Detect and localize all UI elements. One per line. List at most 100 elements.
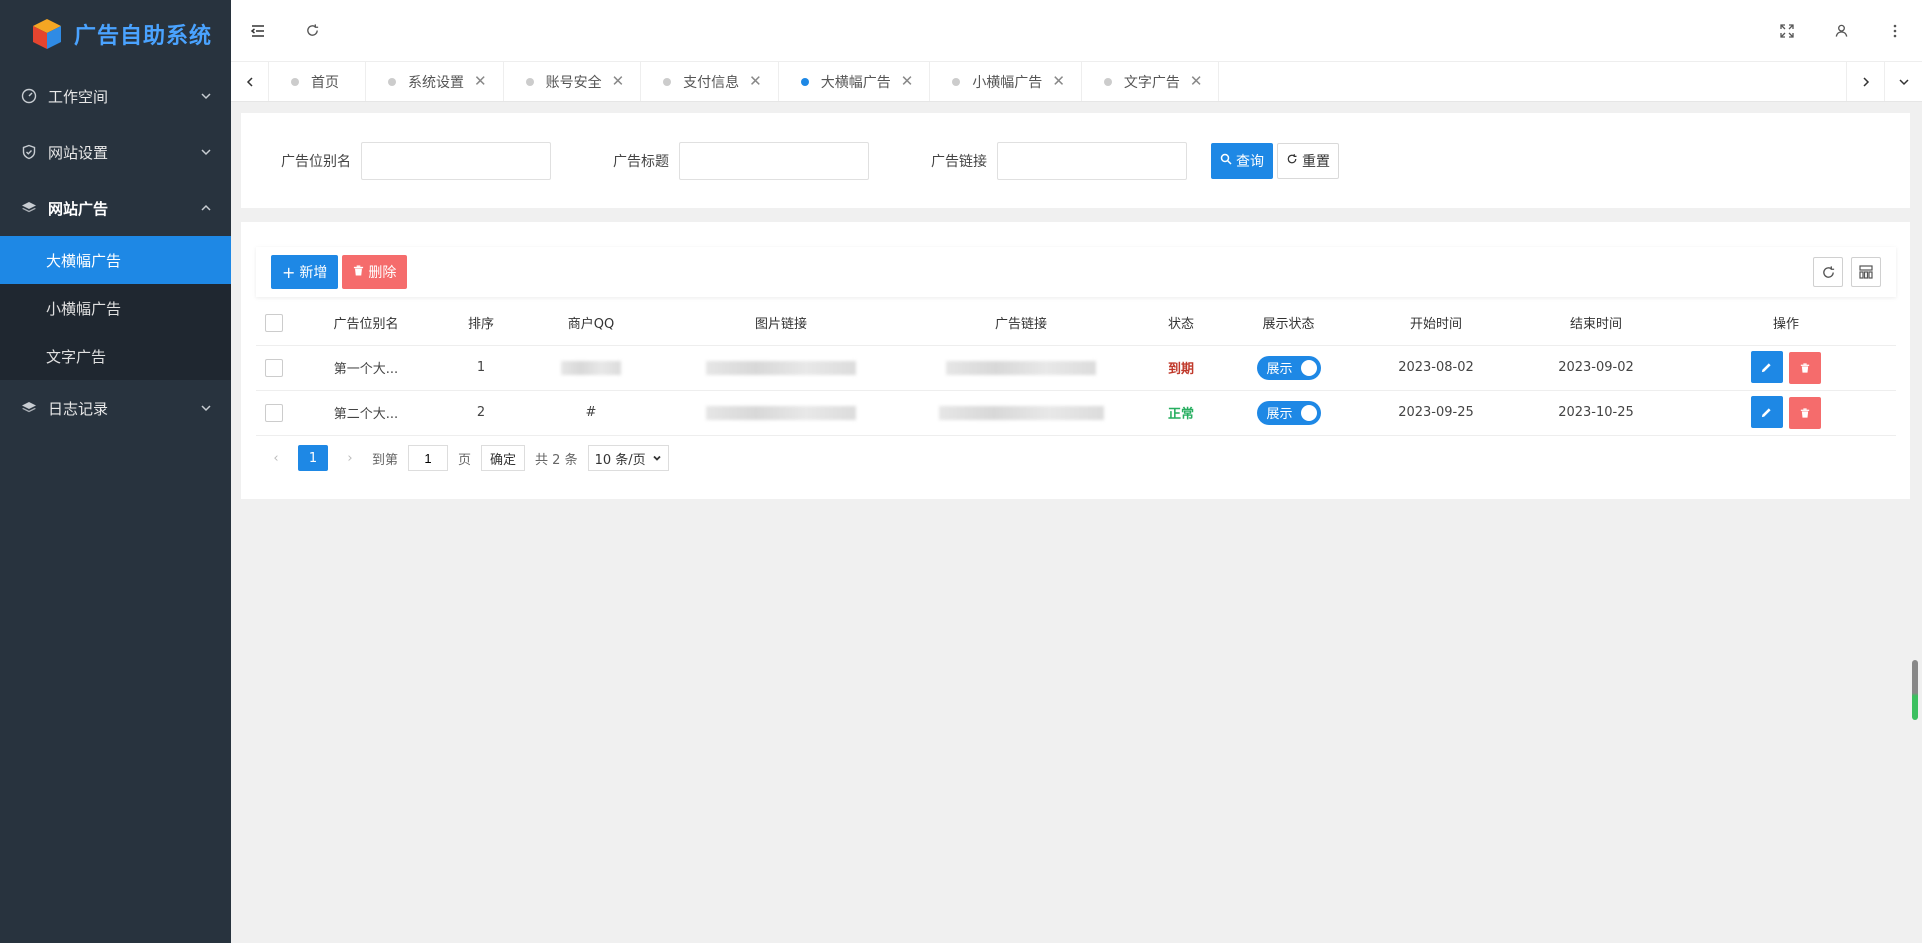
tab-label: 大横幅广告 xyxy=(820,74,891,91)
app-title: 广告自助系统 xyxy=(74,24,213,49)
toggle-knob xyxy=(1300,404,1317,421)
sort-cell: 1 xyxy=(441,345,521,391)
sidebar-group-label: 网站设置 xyxy=(48,143,109,162)
tab-account-security[interactable]: 账号安全 ✕ xyxy=(504,62,642,101)
chevron-down-icon xyxy=(653,455,661,461)
tab-payment-info[interactable]: 支付信息 ✕ xyxy=(641,62,779,101)
column-header[interactable]: 图片链接 xyxy=(661,301,901,346)
refresh-icon[interactable] xyxy=(1813,257,1843,287)
reset-button[interactable]: 重置 xyxy=(1277,142,1339,179)
display-toggle[interactable]: 展示 xyxy=(1256,400,1321,425)
alias-input[interactable] xyxy=(361,141,551,180)
redacted-image-link xyxy=(706,405,856,420)
page-number-current[interactable]: 1 xyxy=(298,445,328,471)
columns-icon[interactable] xyxy=(1851,257,1881,287)
sidebar-group-label: 工作空间 xyxy=(48,87,109,106)
image-link-cell xyxy=(661,345,901,391)
tab-dot xyxy=(525,77,534,86)
tab-small-banner[interactable]: 小横幅广告 ✕ xyxy=(930,62,1082,101)
prev-page-icon[interactable]: ‹ xyxy=(266,451,286,466)
table-row[interactable]: 第二个大... 2 # 正常 展示 2023-09-25 2023-10-25 xyxy=(256,390,1896,436)
column-header[interactable]: 结束时间 xyxy=(1516,301,1676,346)
delete-row-button[interactable] xyxy=(1789,351,1822,384)
column-header[interactable]: 展示状态 xyxy=(1221,301,1356,346)
sidebar-group-logs[interactable]: 日志记录 xyxy=(0,380,231,436)
actions-cell xyxy=(1676,390,1896,436)
submenu-site-ads: 大横幅广告 小横幅广告 文字广告 xyxy=(0,236,231,380)
more-vertical-icon[interactable] xyxy=(1868,0,1922,62)
search-label-link: 广告链接 xyxy=(931,153,987,170)
column-header[interactable]: 广告位别名 xyxy=(291,301,441,346)
edit-button[interactable] xyxy=(1750,396,1783,429)
sidebar-group-site-settings[interactable]: 网站设置 xyxy=(0,124,231,180)
column-header[interactable]: 开始时间 xyxy=(1356,301,1516,346)
close-icon[interactable]: ✕ xyxy=(1190,74,1203,89)
chevron-left-icon[interactable] xyxy=(231,62,269,101)
chevron-right-icon[interactable] xyxy=(1846,62,1884,101)
row-checkbox[interactable] xyxy=(264,403,283,422)
table-row[interactable]: 第一个大... 1 到期 展示 2023-08-02 2023-09-02 xyxy=(256,345,1896,391)
page-size-select[interactable]: 10 条/页 xyxy=(587,445,669,471)
start-cell: 2023-08-02 xyxy=(1356,345,1516,391)
next-page-icon[interactable]: › xyxy=(340,451,360,466)
pencil-icon xyxy=(1762,408,1772,417)
tab-home[interactable]: 首页 xyxy=(269,62,366,101)
delete-label: 删除 xyxy=(368,265,397,281)
delete-button[interactable]: 删除 xyxy=(342,255,408,289)
chevron-down-icon xyxy=(201,405,211,412)
search-icon xyxy=(1220,153,1232,169)
close-icon[interactable]: ✕ xyxy=(749,74,762,89)
sidebar-group-site-ads[interactable]: 网站广告 xyxy=(0,180,231,236)
alias-cell: 第一个大... xyxy=(291,345,441,391)
add-button[interactable]: + 新增 xyxy=(271,255,339,289)
tab-dot xyxy=(1103,77,1112,86)
display-toggle[interactable]: 展示 xyxy=(1256,355,1321,380)
toggle-knob xyxy=(1300,359,1317,376)
delete-row-button[interactable] xyxy=(1789,396,1822,429)
chevron-down-icon xyxy=(201,149,211,156)
tab-label: 首页 xyxy=(311,74,339,91)
sidebar-item-text-ad[interactable]: 文字广告 xyxy=(0,332,231,380)
status-badge: 到期 xyxy=(1167,362,1194,377)
scrollbar[interactable] xyxy=(1912,660,1918,720)
close-icon[interactable]: ✕ xyxy=(612,74,625,89)
title-input[interactable] xyxy=(679,141,869,180)
sidebar-item-large-banner[interactable]: 大横幅广告 xyxy=(0,236,231,284)
query-button[interactable]: 查询 xyxy=(1211,142,1273,179)
goto-page-input[interactable] xyxy=(408,445,449,471)
layers-icon xyxy=(20,199,38,217)
qq-cell xyxy=(521,345,661,391)
column-header[interactable]: 状态 xyxy=(1141,301,1221,346)
goto-confirm-button[interactable]: 确定 xyxy=(481,445,526,471)
fullscreen-icon[interactable] xyxy=(1760,0,1814,62)
chevron-down-icon[interactable] xyxy=(1884,62,1922,101)
user-icon[interactable] xyxy=(1814,0,1868,62)
tab-large-banner[interactable]: 大横幅广告 ✕ xyxy=(779,62,931,101)
close-icon[interactable]: ✕ xyxy=(901,74,914,89)
column-header[interactable]: 广告链接 xyxy=(901,301,1141,346)
logo[interactable]: 广告自助系统 xyxy=(0,0,231,68)
toggle-label: 展示 xyxy=(1266,407,1293,422)
row-checkbox[interactable] xyxy=(264,358,283,377)
tab-text-ad[interactable]: 文字广告 ✕ xyxy=(1082,62,1220,101)
sidebar-item-small-banner[interactable]: 小横幅广告 xyxy=(0,284,231,332)
tab-label: 系统设置 xyxy=(408,74,464,91)
redacted-ad-link xyxy=(938,405,1104,420)
total-count: 共 2 条 xyxy=(535,452,578,468)
tab-system-settings[interactable]: 系统设置 ✕ xyxy=(366,62,504,101)
column-header[interactable]: 商户QQ xyxy=(521,301,661,346)
refresh-icon[interactable] xyxy=(285,0,339,62)
select-all-header xyxy=(256,301,291,346)
select-all-checkbox[interactable] xyxy=(264,313,283,332)
edit-button[interactable] xyxy=(1750,351,1783,384)
menu-toggle-icon[interactable] xyxy=(231,0,285,62)
close-icon[interactable]: ✕ xyxy=(474,74,487,89)
link-input[interactable] xyxy=(997,141,1187,180)
tab-dot xyxy=(663,77,672,86)
ad-link-cell xyxy=(901,390,1141,436)
column-header[interactable]: 排序 xyxy=(441,301,521,346)
sidebar-group-workspace[interactable]: 工作空间 xyxy=(0,68,231,124)
close-icon[interactable]: ✕ xyxy=(1052,74,1065,89)
status-cell: 正常 xyxy=(1141,390,1221,436)
trash-icon xyxy=(1800,408,1810,418)
